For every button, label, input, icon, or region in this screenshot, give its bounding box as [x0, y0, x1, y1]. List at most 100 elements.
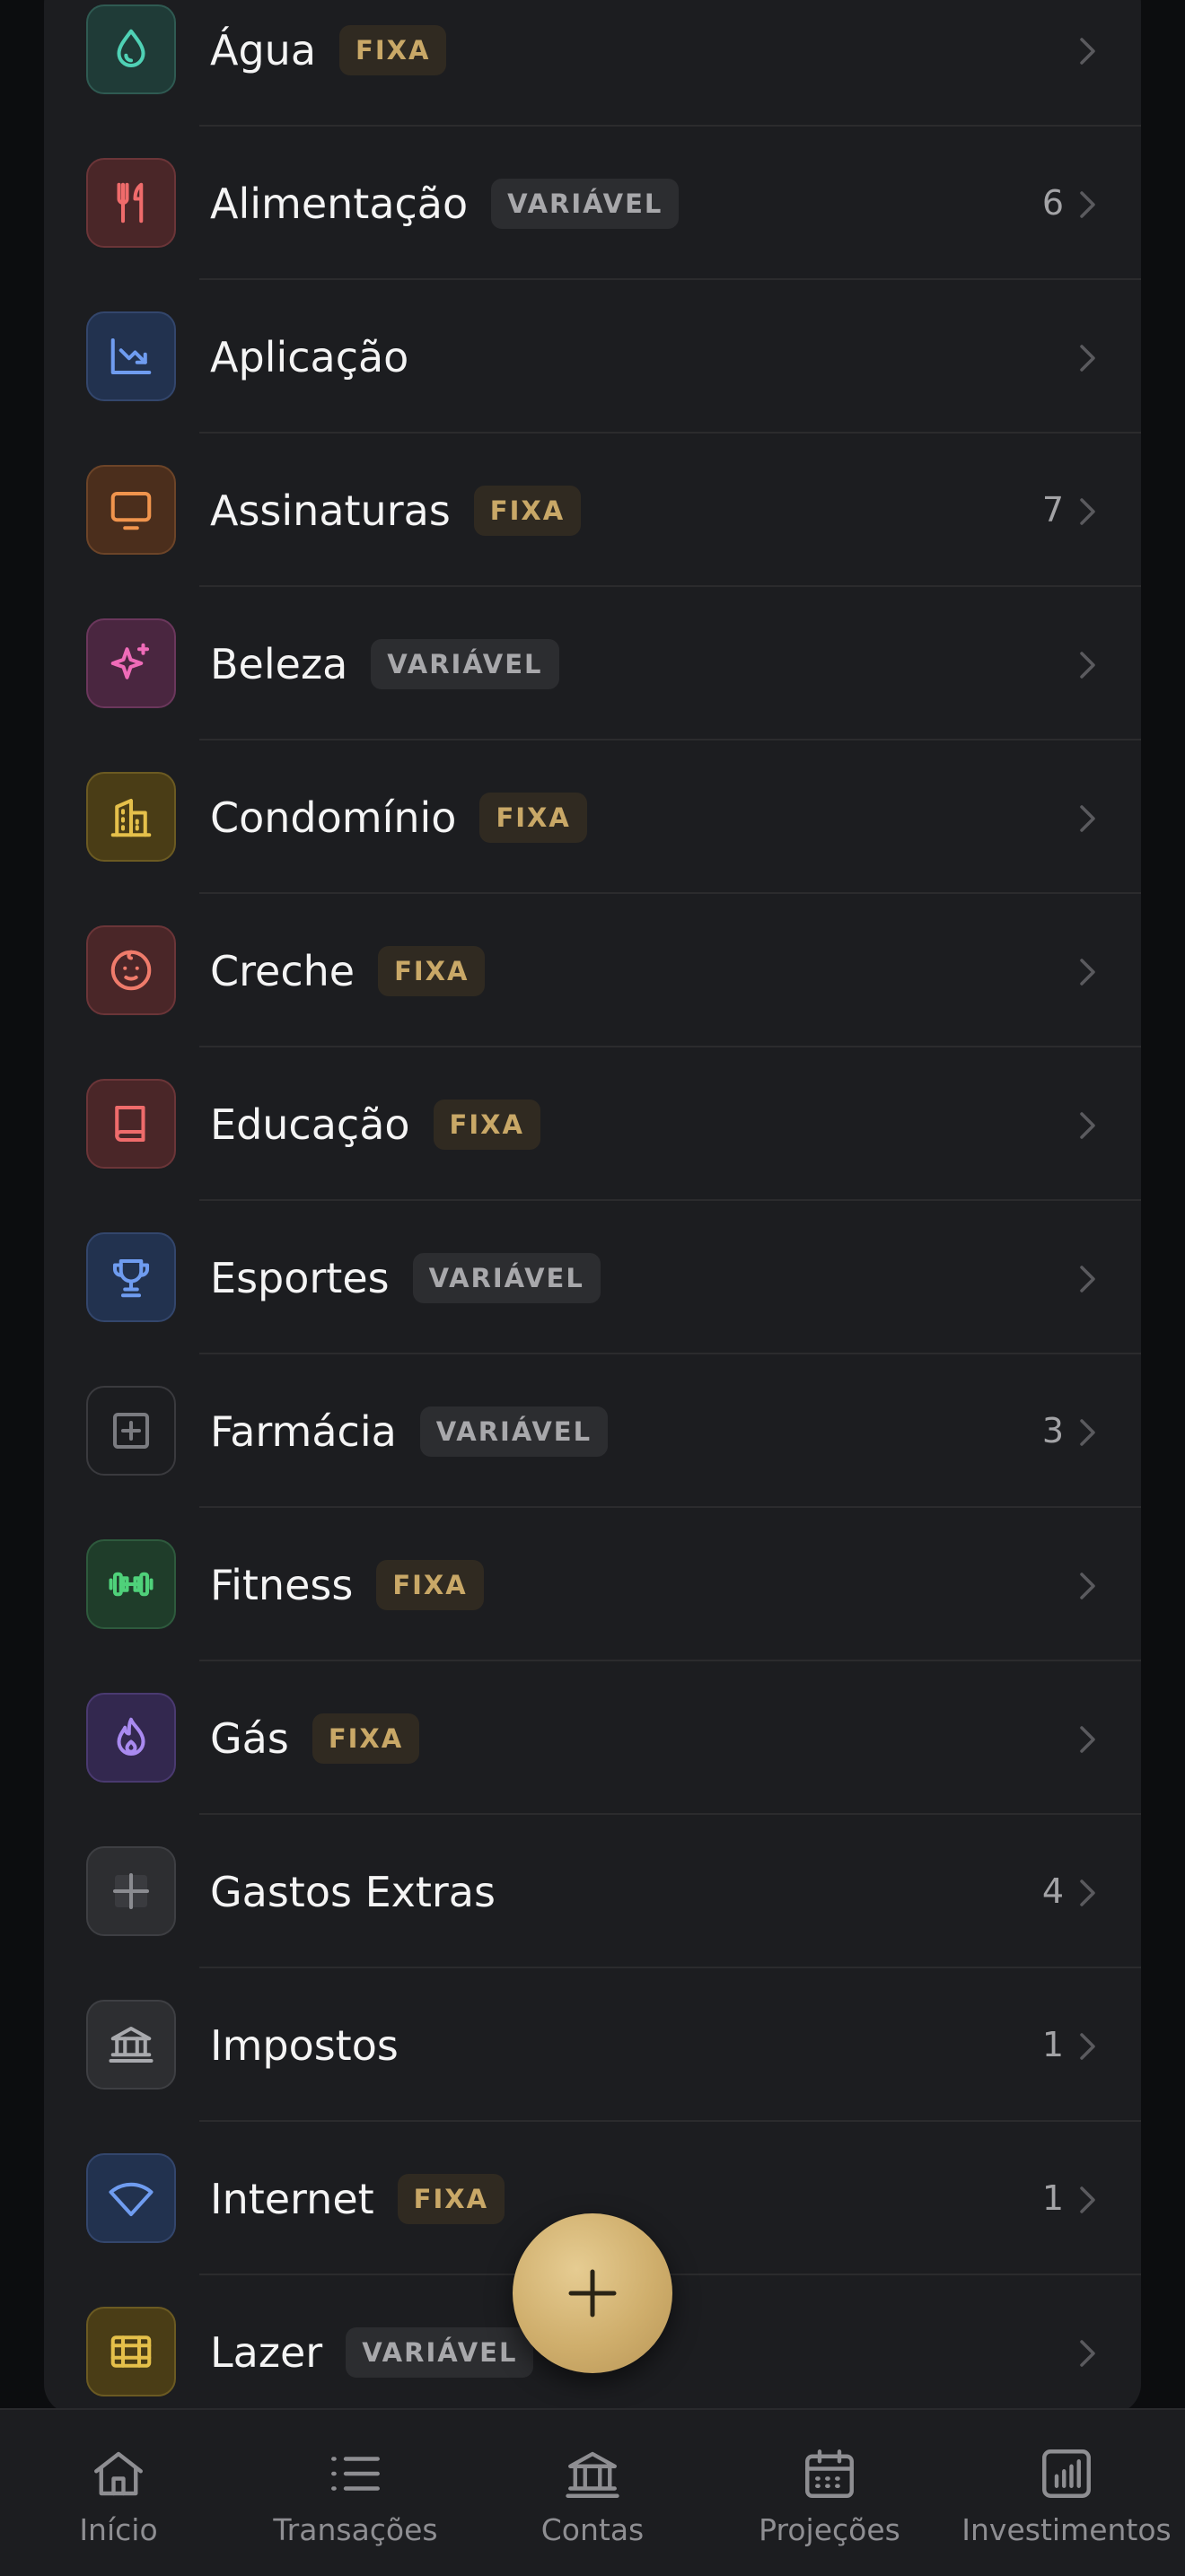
- category-name: Gás: [210, 1713, 289, 1763]
- chevron-right-icon: [1080, 2340, 1095, 2367]
- home-icon: [94, 2451, 143, 2496]
- chevron-right-icon: [1080, 498, 1095, 525]
- categories-card: Água FIXA Alimentação VARIÁVEL 6 Aplicação…: [44, 0, 1141, 2414]
- category-name: Impostos: [210, 2020, 399, 2070]
- category-row-impostos[interactable]: Impostos 1: [44, 1968, 1141, 2122]
- category-name: Assinaturas: [210, 486, 451, 535]
- tab-label: Projeções: [759, 2512, 900, 2547]
- trophy-icon: [86, 1232, 176, 1322]
- dumbbell-icon: [86, 1539, 176, 1629]
- transaction-count: 6: [1041, 183, 1064, 223]
- water-drop-icon: [86, 4, 176, 94]
- tab-investimentos[interactable]: Investimentos: [948, 2410, 1185, 2576]
- category-name: Alimentação: [210, 179, 469, 228]
- transaction-count: 3: [1041, 1411, 1064, 1450]
- bank-icon: [86, 2000, 176, 2090]
- chevron-right-icon: [1080, 805, 1095, 832]
- chevron-right-icon: [1080, 2033, 1095, 2060]
- category-name: Condomínio: [210, 793, 457, 842]
- category-name: Água: [210, 25, 317, 74]
- calendar-icon: [805, 2449, 854, 2498]
- list-icon: [331, 2457, 380, 2491]
- category-row-fitness[interactable]: Fitness FIXA: [44, 1508, 1141, 1661]
- chevron-right-icon: [1080, 1573, 1095, 1599]
- chevron-right-icon: [1080, 1419, 1095, 1446]
- transaction-count: 7: [1041, 490, 1064, 530]
- wifi-icon: [86, 2153, 176, 2243]
- chevron-right-icon: [1080, 191, 1095, 218]
- chevron-right-icon: [1080, 1879, 1095, 1906]
- category-name: Creche: [210, 946, 356, 995]
- bottom-tab-bar: Início Transações Contas Projeções Inves…: [0, 2408, 1185, 2576]
- category-name: Beleza: [210, 639, 348, 688]
- category-name: Gastos Extras: [210, 1867, 496, 1916]
- category-type-badge: VARIÁVEL: [491, 178, 680, 229]
- tab-label: Investimentos: [961, 2512, 1172, 2547]
- category-type-badge: VARIÁVEL: [371, 638, 559, 689]
- chevron-right-icon: [1080, 345, 1095, 372]
- category-row-educacao[interactable]: Educação FIXA: [44, 1047, 1141, 1201]
- book-icon: [86, 1079, 176, 1169]
- category-type-badge: FIXA: [479, 792, 587, 843]
- chevron-right-icon: [1080, 959, 1095, 986]
- bar-chart-icon: [1042, 2449, 1091, 2498]
- category-type-badge: FIXA: [397, 2173, 505, 2224]
- plus-icon: [568, 2269, 617, 2318]
- transaction-count: 1: [1041, 2178, 1064, 2218]
- category-type-badge: FIXA: [376, 1559, 484, 1610]
- category-type-badge: FIXA: [378, 945, 486, 996]
- category-name: Lazer: [210, 2327, 323, 2377]
- category-type-badge: FIXA: [312, 1713, 420, 1764]
- tab-contas[interactable]: Contas: [474, 2410, 711, 2576]
- plus-icon: [86, 1846, 176, 1936]
- category-row-gas[interactable]: Gás FIXA: [44, 1661, 1141, 1815]
- tab-label: Início: [79, 2512, 158, 2547]
- bank-icon: [566, 2451, 619, 2498]
- chevron-right-icon: [1080, 1112, 1095, 1139]
- transaction-count: 1: [1041, 2025, 1064, 2064]
- category-type-badge: VARIÁVEL: [346, 2326, 534, 2378]
- category-name: Esportes: [210, 1253, 390, 1302]
- category-name: Aplicação: [210, 332, 409, 381]
- category-type-badge: FIXA: [473, 485, 582, 536]
- category-type-badge: VARIÁVEL: [419, 1406, 609, 1457]
- chevron-right-icon: [1080, 2186, 1095, 2213]
- tab-label: Contas: [540, 2512, 645, 2547]
- plus-square-icon: [86, 1386, 176, 1476]
- tab-projecoes[interactable]: Projeções: [711, 2410, 948, 2576]
- film-icon: [86, 2307, 176, 2396]
- transaction-count: 4: [1041, 1871, 1064, 1911]
- tv-icon: [86, 465, 176, 555]
- tab-label: Transações: [273, 2512, 438, 2547]
- category-name: Educação: [210, 1100, 410, 1149]
- category-name: Internet: [210, 2174, 374, 2223]
- chevron-right-icon: [1080, 1726, 1095, 1753]
- category-row-aplicacao[interactable]: Aplicação: [44, 280, 1141, 434]
- category-row-gastos-extras[interactable]: Gastos Extras 4: [44, 1815, 1141, 1968]
- category-name: Farmácia: [210, 1406, 397, 1456]
- chevron-right-icon: [1080, 652, 1095, 679]
- category-row-condominio[interactable]: Condomínio FIXA: [44, 740, 1141, 894]
- baby-icon: [86, 925, 176, 1015]
- chevron-right-icon: [1080, 38, 1095, 65]
- category-row-esportes[interactable]: Esportes VARIÁVEL: [44, 1201, 1141, 1354]
- category-row-assinaturas[interactable]: Assinaturas FIXA 7: [44, 434, 1141, 587]
- tab-transacoes[interactable]: Transações: [237, 2410, 474, 2576]
- building-icon: [86, 772, 176, 862]
- chart-down-icon: [86, 311, 176, 401]
- category-row-alimentacao[interactable]: Alimentação VARIÁVEL 6: [44, 127, 1141, 280]
- category-type-badge: VARIÁVEL: [412, 1252, 601, 1303]
- category-name: Fitness: [210, 1560, 354, 1609]
- category-row-creche[interactable]: Creche FIXA: [44, 894, 1141, 1047]
- add-transaction-button[interactable]: [513, 2213, 672, 2373]
- chevron-right-icon: [1080, 1266, 1095, 1292]
- sparkle-icon: [86, 618, 176, 708]
- category-type-badge: FIXA: [339, 24, 447, 75]
- flame-icon: [86, 1693, 176, 1783]
- category-row-beleza[interactable]: Beleza VARIÁVEL: [44, 587, 1141, 740]
- fork-knife-icon: [86, 158, 176, 248]
- tab-inicio[interactable]: Início: [0, 2410, 237, 2576]
- category-row-agua[interactable]: Água FIXA: [44, 0, 1141, 127]
- category-type-badge: FIXA: [433, 1099, 540, 1150]
- category-row-farmacia[interactable]: Farmácia VARIÁVEL 3: [44, 1354, 1141, 1508]
